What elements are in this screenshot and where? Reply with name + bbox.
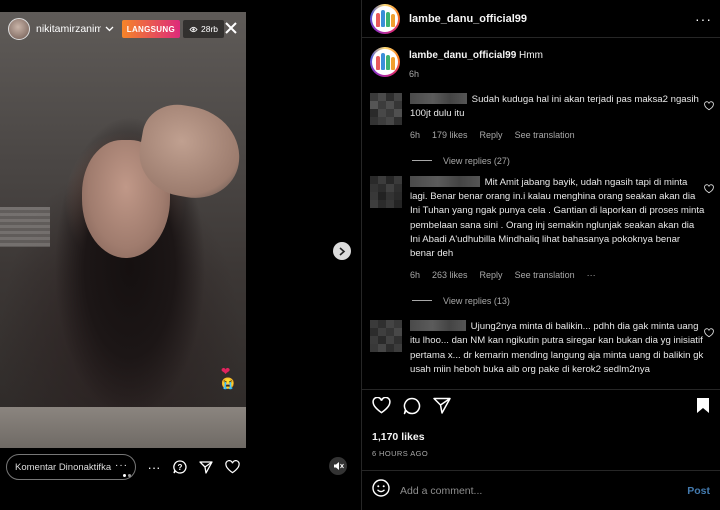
pager-dots (123, 474, 131, 477)
chevron-down-icon[interactable] (105, 24, 114, 35)
reply-button[interactable]: Reply (480, 268, 503, 282)
chevron-right-icon[interactable] (333, 242, 351, 260)
question-icon[interactable]: ? (172, 459, 188, 475)
comment-item: Ujung2nya minta di balikin... pdhh dia g… (362, 319, 720, 377)
post-actions: 1,170 likes 6 HOURS AGO (362, 389, 720, 464)
comments-section[interactable]: lambe_danu_official99 Hmm 6h Sudah kudug… (362, 39, 720, 389)
view-replies-button[interactable]: View replies (13) (412, 294, 720, 308)
live-avatar[interactable] (8, 18, 30, 40)
heart-reaction-icon: ❤ (221, 366, 231, 378)
heart-icon[interactable] (372, 396, 391, 419)
more-horizontal-icon[interactable]: ··· (695, 11, 712, 27)
share-icon[interactable] (433, 397, 451, 419)
comment-more-button[interactable]: ··· (587, 268, 596, 282)
live-header: nikitamirzanim... LANGSUNG 28rb (0, 12, 246, 46)
see-translation-link[interactable]: See translation (515, 268, 575, 282)
viewer-count: 28rb (182, 20, 224, 38)
live-comment-input[interactable]: Komentar Dinonaktifka ··· (6, 454, 136, 480)
post-comment-button[interactable]: Post (687, 485, 710, 497)
window-blinds (0, 207, 50, 247)
heart-icon[interactable] (704, 184, 714, 194)
add-comment-input[interactable]: Add a comment... (400, 485, 482, 497)
live-comment-placeholder: Komentar Dinonaktifka (15, 461, 112, 473)
comment-likes[interactable]: 179 likes (432, 128, 468, 142)
viewer-count-value: 28rb (200, 24, 218, 34)
live-reactions: ❤ 😭 (221, 366, 235, 390)
comment-item: Sudah kuduga hal ini akan terjadi pas ma… (362, 93, 720, 142)
comment-likes[interactable]: 263 likes (432, 268, 468, 282)
view-replies-label: View replies (13) (443, 295, 510, 306)
video-table (0, 407, 246, 448)
caption-avatar[interactable] (370, 47, 400, 77)
avatar[interactable] (370, 93, 402, 125)
avatar[interactable] (370, 175, 402, 208)
svg-text:?: ? (178, 463, 183, 472)
post-panel: lambe_danu_official99 ··· lambe_danu_off… (361, 0, 720, 510)
eye-icon (189, 26, 198, 32)
see-translation-link[interactable]: See translation (515, 128, 575, 142)
live-username[interactable]: nikitamirzanim... (36, 23, 101, 35)
view-replies-label: View replies (27) (443, 155, 510, 166)
comment-meta: 6h 263 likes Reply See translation ··· (410, 268, 706, 282)
add-comment-bar: Add a comment... Post (362, 470, 720, 510)
caption-username[interactable]: lambe_danu_official99 (409, 50, 516, 61)
comment-time: 6h (410, 269, 421, 280)
more-icon[interactable]: ··· (115, 460, 128, 471)
speaker-muted-icon[interactable] (329, 457, 347, 475)
send-icon[interactable] (198, 459, 214, 475)
comment-username-blurred[interactable] (410, 319, 466, 331)
post-username[interactable]: lambe_danu_official99 (409, 13, 527, 25)
live-badge: LANGSUNG (121, 20, 180, 38)
view-replies-button[interactable]: View replies (27) (412, 154, 720, 168)
avatar[interactable] (370, 319, 402, 352)
heart-icon[interactable] (224, 459, 240, 475)
emoji-icon[interactable] (372, 479, 390, 502)
caption-text: Hmm (519, 50, 543, 61)
comment-username-blurred[interactable] (410, 175, 480, 187)
comment-icon[interactable] (403, 397, 421, 420)
live-comment-bar: Komentar Dinonaktifka ··· ··· ? (0, 452, 246, 482)
comment-meta: 6h 179 likes Reply See translation (410, 128, 706, 142)
heart-icon[interactable] (704, 328, 714, 338)
caption-time: 6h (409, 69, 420, 79)
bookmark-icon[interactable] (696, 397, 710, 419)
live-video[interactable] (0, 12, 246, 448)
post-caption: lambe_danu_official99 Hmm 6h (362, 39, 720, 89)
comment-username-blurred[interactable] (410, 93, 467, 104)
post-date: 6 HOURS AGO (372, 449, 429, 458)
comment-time: 6h (410, 129, 421, 140)
media-panel: nikitamirzanim... LANGSUNG 28rb ❤ 😭 Kome… (0, 0, 360, 510)
comment-text: Mit Amit jabang bayik, udah ngasih tapi … (410, 176, 705, 260)
post-header: lambe_danu_official99 ··· (362, 0, 720, 38)
comment-item: Mit Amit jabang bayik, udah ngasih tapi … (362, 175, 720, 282)
crying-reaction-icon: 😭 (221, 378, 235, 390)
close-icon[interactable] (224, 20, 238, 38)
more-horizontal-icon[interactable]: ··· (146, 459, 162, 475)
heart-icon[interactable] (704, 101, 714, 111)
account-avatar[interactable] (370, 3, 400, 34)
likes-count[interactable]: 1,170 likes (372, 431, 710, 443)
reply-button[interactable]: Reply (480, 128, 503, 142)
